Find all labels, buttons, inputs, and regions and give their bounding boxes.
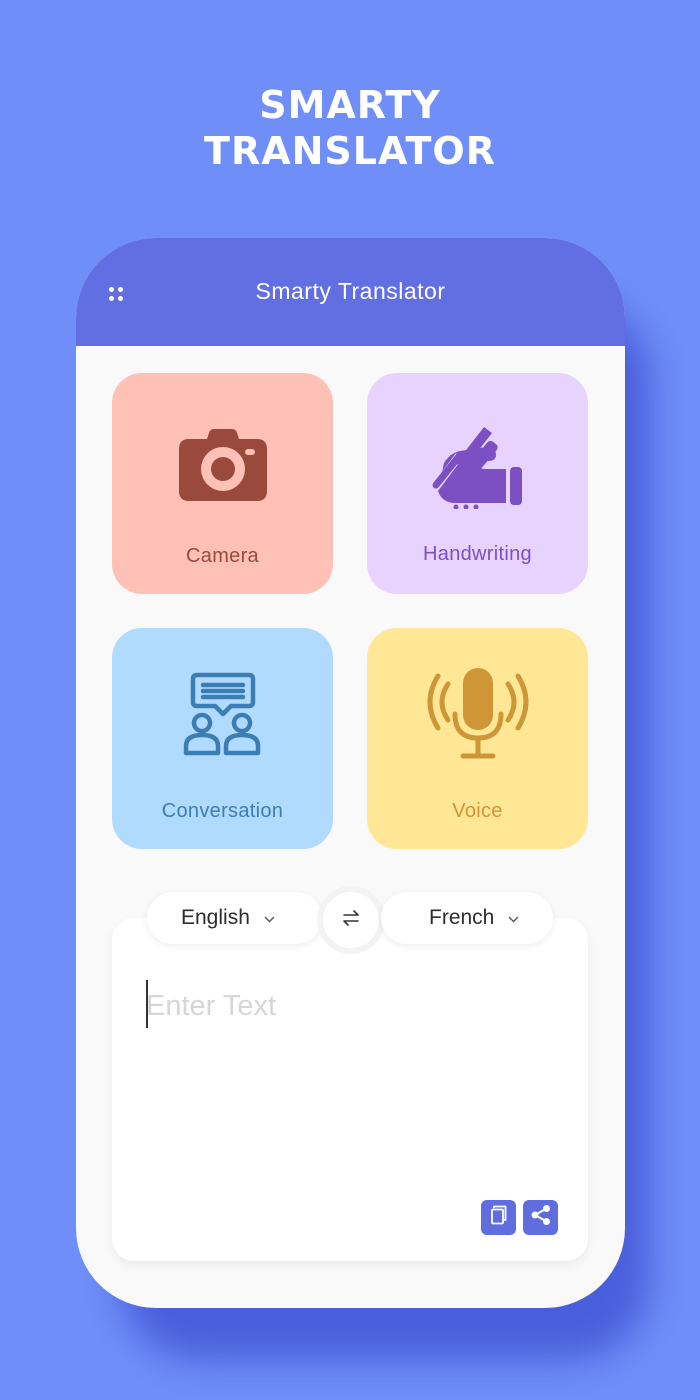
promo-title-line-2: TRANSLATOR: [204, 129, 496, 173]
copy-icon: [490, 1205, 508, 1230]
handwriting-icon: [367, 425, 588, 509]
camera-icon: [112, 429, 333, 501]
swap-languages-button[interactable]: [323, 892, 379, 948]
handwriting-tile[interactable]: Handwriting: [367, 373, 588, 594]
voice-label: Voice: [452, 800, 503, 822]
conversation-label: Conversation: [161, 800, 284, 822]
target-language-label: French: [429, 906, 495, 929]
chevron-down-icon: [508, 910, 519, 928]
camera-tile[interactable]: Camera: [112, 373, 333, 594]
phone-screen: Smarty Translator Camera Handwriting Con…: [76, 238, 625, 1308]
microphone-icon: [367, 666, 588, 760]
camera-label: Camera: [186, 545, 259, 567]
app-header: Smarty Translator: [76, 238, 625, 346]
app-title: Smarty Translator: [255, 278, 446, 304]
swap-arrows-icon: [341, 908, 361, 933]
promo-title-line-1: SMARTY: [259, 83, 441, 127]
source-language-label: English: [181, 906, 250, 929]
voice-tile[interactable]: Voice: [367, 628, 588, 849]
handwriting-label: Handwriting: [423, 543, 532, 565]
share-icon: [530, 1204, 552, 1231]
share-button[interactable]: [523, 1200, 558, 1235]
chevron-down-icon: [264, 910, 275, 928]
translation-input-card: [112, 918, 588, 1261]
copy-button[interactable]: [481, 1200, 516, 1235]
conversation-icon: [112, 672, 333, 756]
conversation-tile[interactable]: Conversation: [112, 628, 333, 849]
promo-title: SMARTY TRANSLATOR: [0, 82, 700, 174]
text-input[interactable]: [146, 984, 546, 1028]
target-language-select[interactable]: French: [381, 892, 553, 944]
source-language-select[interactable]: English: [147, 892, 322, 944]
